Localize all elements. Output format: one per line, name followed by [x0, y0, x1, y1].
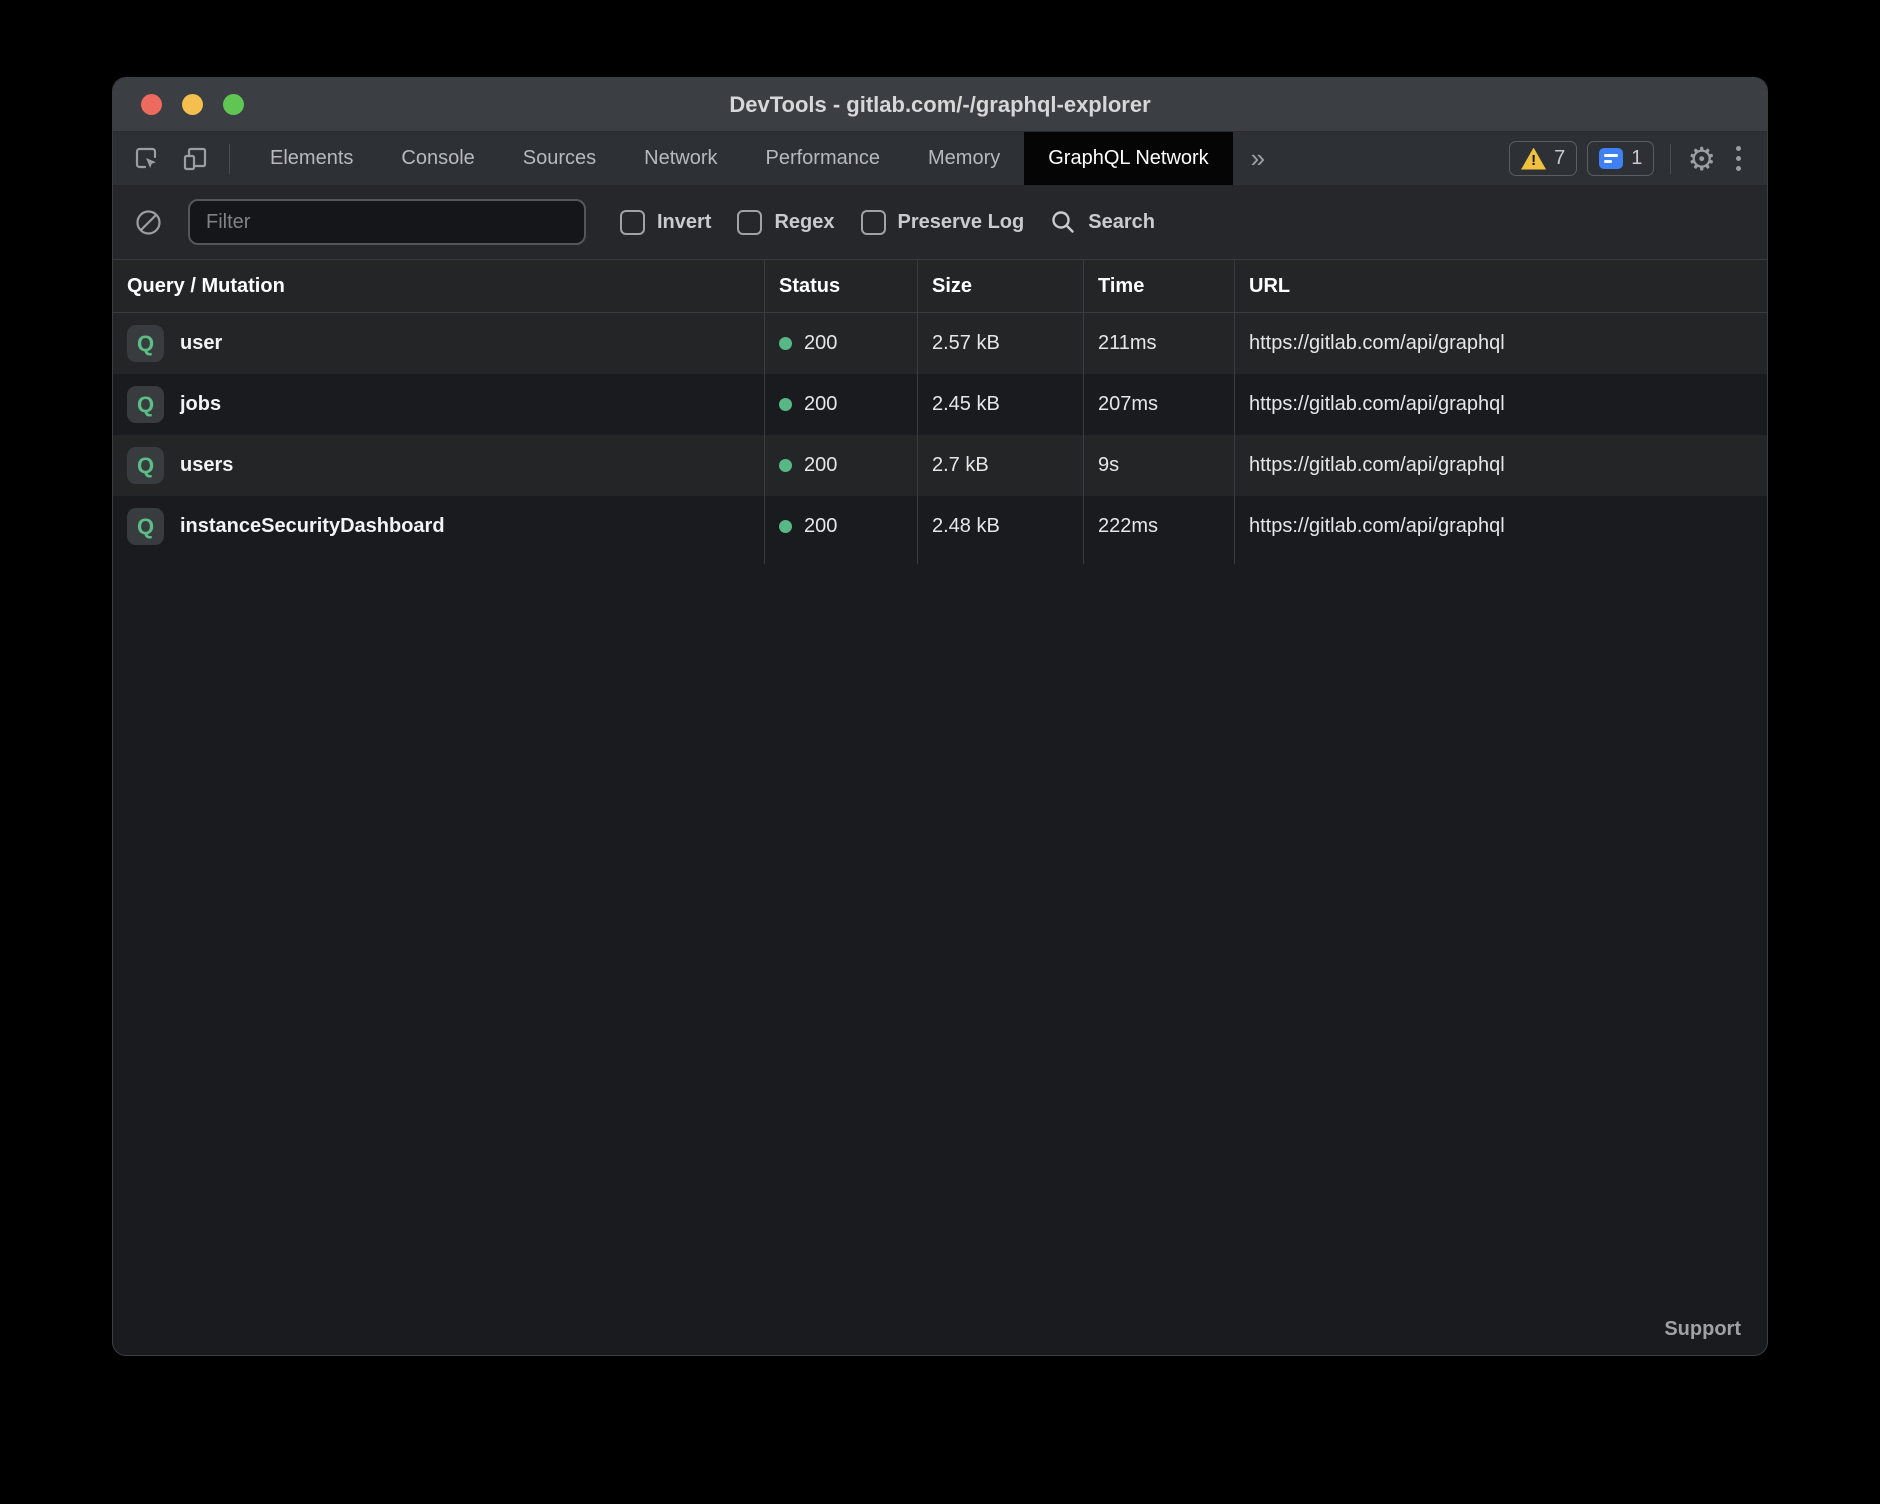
status-ok-dot-icon [779, 520, 792, 533]
query-name-cell: Q instanceSecurityDashboard [113, 496, 764, 557]
devtools-window: DevTools - gitlab.com/-/graphql-explorer… [112, 77, 1768, 1356]
url-cell: https://gitlab.com/api/graphql [1234, 374, 1767, 435]
right-controls-divider [1670, 144, 1671, 174]
query-name: jobs [180, 393, 221, 416]
search-label: Search [1088, 211, 1155, 234]
time-cell: 222ms [1083, 496, 1234, 557]
issues-count: 1 [1631, 147, 1642, 170]
devtools-tab-bar: Elements Console Sources Network Perform… [113, 132, 1767, 185]
invert-label: Invert [657, 211, 711, 234]
query-name: instanceSecurityDashboard [180, 515, 445, 538]
column-header-status[interactable]: Status [764, 260, 917, 312]
query-name-cell: Q users [113, 435, 764, 496]
clear-block-icon[interactable] [135, 209, 162, 236]
time-cell: 211ms [1083, 313, 1234, 374]
status-code: 200 [804, 332, 837, 355]
support-link[interactable]: Support [1664, 1318, 1741, 1341]
issues-icon [1599, 148, 1623, 169]
query-type-badge: Q [127, 325, 164, 362]
size-cell: 2.45 kB [917, 374, 1083, 435]
status-cell: 200 [764, 435, 917, 496]
settings-gear-icon[interactable]: ⚙ [1687, 143, 1716, 175]
size-cell: 2.48 kB [917, 496, 1083, 557]
query-name: users [180, 454, 233, 477]
preserve-log-label: Preserve Log [898, 211, 1025, 234]
preserve-log-checkbox-box[interactable] [861, 210, 886, 235]
url-cell: https://gitlab.com/api/graphql [1234, 435, 1767, 496]
query-type-badge: Q [127, 447, 164, 484]
maximize-window-button[interactable] [223, 94, 244, 115]
url-cell: https://gitlab.com/api/graphql [1234, 496, 1767, 557]
table-row[interactable]: Q instanceSecurityDashboard 200 2.48 kB … [113, 496, 1767, 557]
toolbar-icons [113, 132, 246, 185]
tabbar-right-controls: 7 1 ⚙ [1509, 132, 1767, 185]
more-options-kebab-icon[interactable] [1726, 146, 1751, 171]
query-type-badge: Q [127, 508, 164, 545]
close-window-button[interactable] [141, 94, 162, 115]
inspect-element-icon[interactable] [127, 139, 167, 179]
status-ok-dot-icon [779, 337, 792, 350]
preserve-log-checkbox[interactable]: Preserve Log [861, 210, 1025, 235]
table-row[interactable]: Q jobs 200 2.45 kB 207ms https://gitlab.… [113, 374, 1767, 435]
tab-console[interactable]: Console [377, 132, 498, 185]
time-cell: 207ms [1083, 374, 1234, 435]
status-code: 200 [804, 515, 837, 538]
url-cell: https://gitlab.com/api/graphql [1234, 313, 1767, 374]
toolbar-divider [229, 144, 230, 174]
regex-checkbox-box[interactable] [737, 210, 762, 235]
issues-badge[interactable]: 1 [1587, 141, 1654, 176]
column-header-size[interactable]: Size [917, 260, 1083, 312]
size-cell: 2.57 kB [917, 313, 1083, 374]
status-code: 200 [804, 393, 837, 416]
title-bar[interactable]: DevTools - gitlab.com/-/graphql-explorer [113, 78, 1767, 132]
table-row[interactable]: Q users 200 2.7 kB 9s https://gitlab.com… [113, 435, 1767, 496]
device-toolbar-icon[interactable] [175, 139, 215, 179]
more-tabs-chevron-icon[interactable]: » [1233, 132, 1283, 185]
size-cell: 2.7 kB [917, 435, 1083, 496]
window-title: DevTools - gitlab.com/-/graphql-explorer [113, 92, 1767, 118]
column-header-url[interactable]: URL [1234, 260, 1767, 312]
filter-toolbar: Invert Regex Preserve Log Search [113, 185, 1767, 259]
invert-checkbox-box[interactable] [620, 210, 645, 235]
query-name-cell: Q jobs [113, 374, 764, 435]
tab-performance[interactable]: Performance [742, 132, 905, 185]
time-cell: 9s [1083, 435, 1234, 496]
query-name: user [180, 332, 222, 355]
tab-memory[interactable]: Memory [904, 132, 1024, 185]
column-header-time[interactable]: Time [1083, 260, 1234, 312]
panel-tabs: Elements Console Sources Network Perform… [246, 132, 1283, 185]
traffic-lights [141, 94, 244, 115]
status-cell: 200 [764, 374, 917, 435]
search-icon [1050, 209, 1076, 235]
tab-graphql-network[interactable]: GraphQL Network [1024, 132, 1232, 185]
tab-elements[interactable]: Elements [246, 132, 377, 185]
search-button[interactable]: Search [1050, 209, 1155, 235]
status-cell: 200 [764, 313, 917, 374]
regex-label: Regex [774, 211, 834, 234]
minimize-window-button[interactable] [182, 94, 203, 115]
status-cell: 200 [764, 496, 917, 557]
invert-checkbox[interactable]: Invert [620, 210, 711, 235]
tab-network[interactable]: Network [620, 132, 741, 185]
filter-input[interactable] [188, 199, 586, 245]
regex-checkbox[interactable]: Regex [737, 210, 834, 235]
table-header: Query / Mutation Status Size Time URL [113, 259, 1767, 313]
status-ok-dot-icon [779, 398, 792, 411]
warnings-badge[interactable]: 7 [1509, 141, 1577, 176]
status-code: 200 [804, 454, 837, 477]
query-name-cell: Q user [113, 313, 764, 374]
status-ok-dot-icon [779, 459, 792, 472]
table-row[interactable]: Q user 200 2.57 kB 211ms https://gitlab.… [113, 313, 1767, 374]
warning-icon [1521, 148, 1546, 170]
column-header-query[interactable]: Query / Mutation [113, 260, 764, 312]
column-divider-extension [113, 557, 1767, 564]
tab-sources[interactable]: Sources [499, 132, 620, 185]
warnings-count: 7 [1554, 147, 1565, 170]
query-type-badge: Q [127, 386, 164, 423]
